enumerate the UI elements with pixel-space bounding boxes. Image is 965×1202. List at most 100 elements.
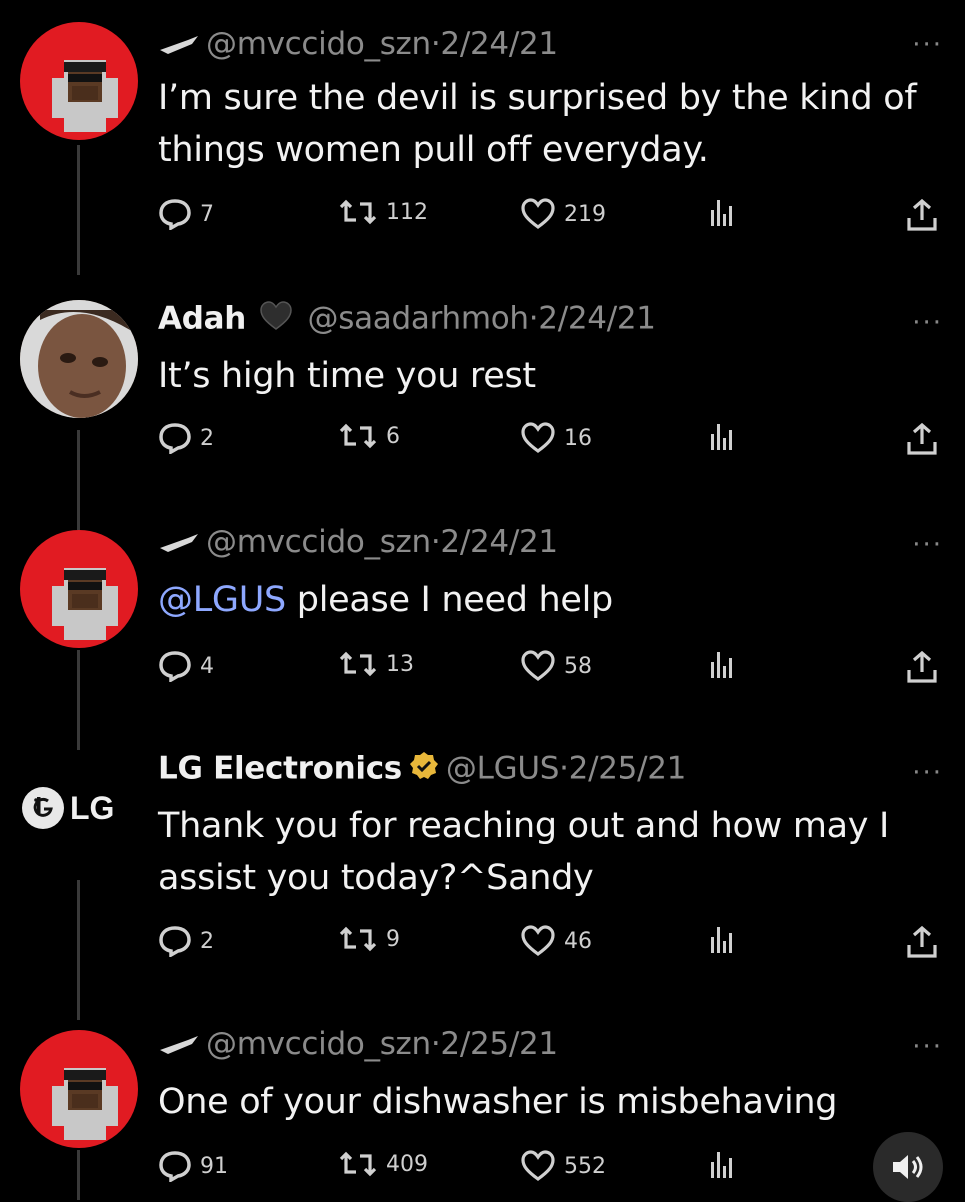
separator: · (430, 1026, 441, 1062)
reply-icon (159, 926, 191, 957)
tweet-text: Thank you for reaching out and how may I… (158, 806, 890, 898)
views-icon (711, 1152, 732, 1178)
tweet[interactable]: @mvccido_szn·2/24/21 ··· @LGUS please I … (0, 520, 965, 740)
share-icon (907, 650, 937, 683)
more-icon[interactable]: ··· (912, 758, 943, 788)
avatar[interactable] (20, 1030, 138, 1148)
volume-button[interactable] (873, 1132, 943, 1202)
reply-count: 91 (200, 1153, 228, 1179)
reply-button[interactable]: 4 (158, 650, 214, 682)
tweet-header: LG Electronics @LGUS·2/25/21 (158, 750, 686, 790)
lg-logo-icon (22, 787, 64, 829)
share-button[interactable] (906, 925, 938, 959)
views-icon (711, 200, 732, 226)
separator: · (528, 300, 539, 337)
lg-logo-text: LG (70, 789, 115, 826)
reply-icon (159, 199, 191, 230)
like-button[interactable]: 46 (520, 925, 592, 957)
satellite-icon (158, 1028, 200, 1064)
like-count: 219 (564, 201, 606, 227)
speaker-icon (893, 1155, 923, 1179)
tweet-header: @mvccido_szn·2/25/21 (158, 1026, 558, 1064)
views-button[interactable] (710, 1150, 734, 1178)
views-button[interactable] (710, 925, 734, 953)
more-icon[interactable]: ··· (912, 308, 943, 338)
tweet-text-rest: please I need help (285, 580, 613, 620)
retweet-button[interactable]: 409 (338, 1150, 428, 1178)
handle[interactable]: @mvccido_szn (206, 1026, 431, 1062)
retweet-button[interactable]: 13 (338, 650, 414, 678)
tweet[interactable]: @mvccido_szn·2/25/21 ··· One of your dis… (0, 1020, 965, 1200)
like-button[interactable]: 58 (520, 650, 592, 682)
retweet-icon (339, 423, 377, 449)
more-icon[interactable]: ··· (912, 30, 943, 60)
tweet[interactable]: @mvccido_szn·2/24/21 ··· I’m sure the de… (0, 0, 965, 270)
tweet-text: @LGUS please I need help (158, 574, 938, 626)
avatar[interactable] (20, 300, 138, 418)
date[interactable]: 2/24/21 (440, 524, 558, 560)
like-count: 58 (564, 653, 592, 679)
retweet-button[interactable]: 9 (338, 925, 400, 953)
views-icon (711, 424, 732, 450)
author-name[interactable]: LG Electronics (158, 751, 402, 787)
separator: · (430, 524, 441, 560)
reply-button[interactable]: 2 (158, 422, 214, 454)
author-name[interactable]: Adah (158, 301, 246, 337)
retweet-count: 6 (386, 423, 400, 449)
mention-link[interactable]: @LGUS (158, 580, 286, 620)
reply-button[interactable]: 2 (158, 925, 214, 957)
like-button[interactable]: 16 (520, 422, 592, 454)
tweet-header: @mvccido_szn·2/24/21 (158, 26, 558, 64)
action-bar: 4 13 58 (158, 650, 948, 690)
reply-count: 2 (200, 425, 214, 451)
verified-badge-icon (408, 750, 440, 790)
like-button[interactable]: 552 (520, 1150, 606, 1182)
avatar[interactable] (20, 22, 138, 140)
tweet[interactable]: LG LG Electronics @LGUS·2/25/21 ··· Than… (0, 750, 965, 990)
handle[interactable]: @saadarhmoh (308, 301, 529, 337)
like-button[interactable]: 219 (520, 198, 606, 230)
views-button[interactable] (710, 650, 734, 678)
share-button[interactable] (906, 198, 938, 232)
date[interactable]: 2/24/21 (538, 301, 656, 337)
reply-count: 4 (200, 653, 214, 679)
handle[interactable]: @mvccido_szn (206, 524, 431, 560)
more-icon[interactable]: ··· (912, 530, 943, 560)
avatar[interactable]: LG (22, 787, 114, 829)
retweet-count: 13 (386, 651, 414, 677)
date[interactable]: 2/25/21 (569, 751, 687, 787)
heart-icon (521, 650, 555, 681)
views-button[interactable] (710, 198, 734, 226)
reply-button[interactable]: 91 (158, 1150, 228, 1182)
reply-icon (159, 1151, 191, 1182)
date[interactable]: 2/25/21 (440, 1026, 558, 1062)
retweet-icon (339, 926, 377, 952)
handle[interactable]: @mvccido_szn (206, 26, 431, 62)
handle[interactable]: @LGUS (446, 751, 559, 787)
reply-count: 2 (200, 928, 214, 954)
black-heart-icon (258, 300, 294, 340)
reply-count: 7 (200, 201, 214, 227)
more-icon[interactable]: ··· (912, 1032, 943, 1062)
heart-icon (521, 422, 555, 453)
avatar[interactable] (20, 530, 138, 648)
tweet[interactable]: Adah @saadarhmoh·2/24/21 ··· It’s high t… (0, 280, 965, 510)
retweet-button[interactable]: 6 (338, 422, 400, 450)
satellite-icon (158, 28, 200, 64)
action-bar: 2 6 16 (158, 422, 948, 462)
action-bar: 7 112 219 (158, 198, 948, 238)
views-icon (711, 652, 732, 678)
share-button[interactable] (906, 650, 938, 684)
retweet-button[interactable]: 112 (338, 198, 428, 226)
tweet-text: I’m sure the devil is surprised by the k… (158, 78, 917, 170)
date[interactable]: 2/24/21 (440, 26, 558, 62)
views-icon (711, 927, 732, 953)
action-bar: 2 9 46 (158, 925, 948, 965)
reply-button[interactable]: 7 (158, 198, 214, 230)
share-button[interactable] (906, 422, 938, 456)
tweet-text: It’s high time you rest (158, 356, 536, 396)
heart-icon (521, 925, 555, 956)
retweet-icon (339, 1151, 377, 1177)
retweet-icon (339, 199, 377, 225)
views-button[interactable] (710, 422, 734, 450)
